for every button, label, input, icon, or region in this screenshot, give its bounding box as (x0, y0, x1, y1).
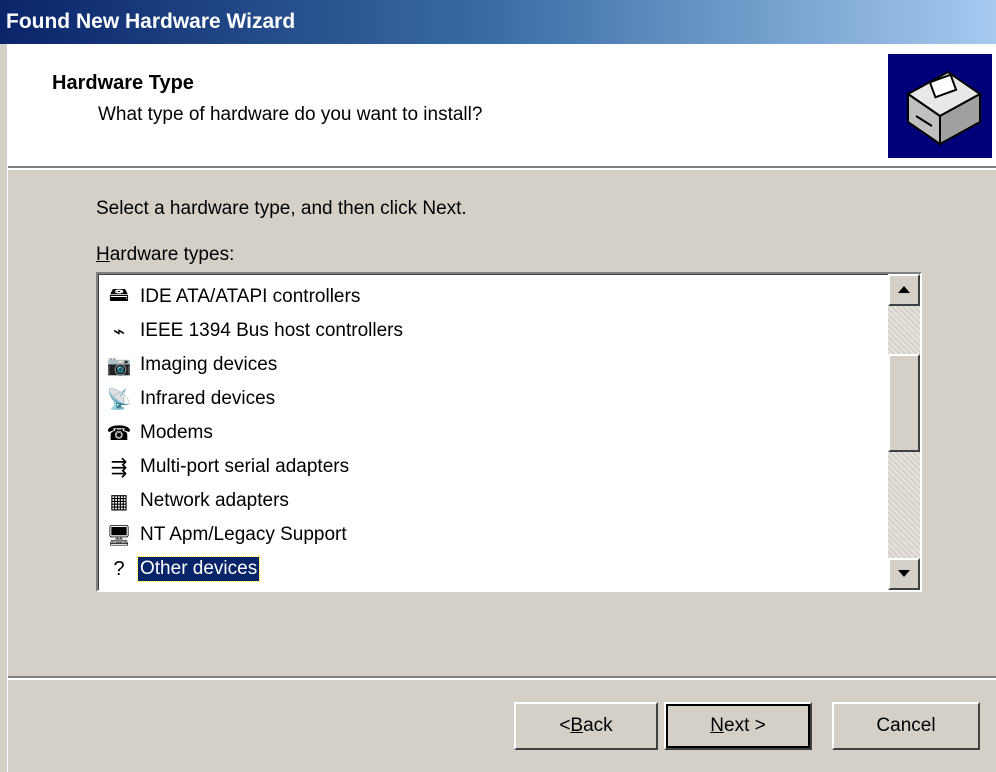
list-item-label: Modems (140, 422, 213, 443)
network-adapter-icon: ▦ (109, 490, 129, 513)
list-item-label: Imaging devices (140, 354, 278, 375)
list-item-label: Network adapters (140, 490, 289, 511)
back-button-accel: B (570, 715, 584, 736)
footer-separator-highlight (8, 678, 996, 680)
window-title: Found New Hardware Wizard (6, 10, 296, 33)
page-title: Hardware Type (52, 72, 194, 94)
list-item[interactable]: 📷 Imaging devices (102, 348, 882, 382)
hardware-types-listbox[interactable]: 🖴 IDE ATA/ATAPI controllers ⌁ IEEE 1394 Bus… (96, 272, 922, 592)
list-item[interactable]: ? Other devices (102, 552, 882, 586)
list-item[interactable]: 🖴 IDE ATA/ATAPI controllers (102, 280, 882, 314)
list-item-label: Multi-port serial adapters (140, 456, 350, 477)
next-button-label: ext > (724, 715, 766, 736)
ieee1394-icon: ⌁ (112, 320, 126, 343)
other-devices-icon: ? (113, 557, 125, 580)
back-button[interactable]: < Back (514, 702, 658, 750)
scroll-down-button[interactable] (888, 558, 920, 590)
serial-adapter-icon: ⇶ (110, 456, 128, 479)
next-button[interactable]: Next > (664, 702, 812, 750)
list-item[interactable]: ⇶ Multi-port serial adapters (102, 450, 882, 484)
hardware-types-label-text: ardware types: (109, 244, 235, 265)
next-button-accel: N (710, 715, 724, 736)
window-titlebar[interactable]: Found New Hardware Wizard (0, 0, 996, 44)
list-item-label: IEEE 1394 Bus host controllers (140, 320, 403, 341)
hardware-types-list: 🖴 IDE ATA/ATAPI controllers ⌁ IEEE 1394 Bus… (102, 280, 882, 586)
hardware-wizard-icon (888, 54, 992, 158)
list-item-label: Other devices (136, 556, 261, 582)
hardware-types-label: Hardware types: (96, 244, 234, 266)
scrollbar-thumb[interactable] (888, 354, 920, 452)
list-item-label: Infrared devices (140, 388, 276, 409)
apm-legacy-icon: 🖥 (106, 524, 132, 547)
list-item-label: NT Apm/Legacy Support (140, 524, 347, 545)
list-item[interactable]: 📡 Infrared devices (102, 382, 882, 416)
list-item[interactable]: ⌁ IEEE 1394 Bus host controllers (102, 314, 882, 348)
cancel-button-label: Cancel (876, 715, 936, 736)
wizard-header: Hardware Type What type of hardware do y… (8, 44, 996, 166)
infrared-icon: 📡 (106, 388, 132, 411)
ide-controller-icon: 🖴 (108, 284, 130, 306)
back-button-label: ack (583, 715, 613, 736)
arrow-down-icon (898, 570, 910, 577)
vertical-scrollbar[interactable] (888, 274, 920, 590)
hardware-types-label-accel: H (96, 244, 110, 265)
list-item-label: IDE ATA/ATAPI controllers (140, 286, 361, 307)
scroll-up-button[interactable] (888, 274, 920, 306)
cancel-button[interactable]: Cancel (832, 702, 980, 750)
modem-icon: ☎ (106, 422, 132, 445)
imaging-device-icon: 📷 (106, 354, 132, 377)
window-left-frame (0, 44, 8, 772)
list-item[interactable]: ▦ Network adapters (102, 484, 882, 518)
instruction-text: Select a hardware type, and then click N… (96, 198, 467, 219)
arrow-up-icon (898, 286, 910, 293)
header-separator-highlight (8, 168, 996, 170)
back-button-prefix: < (559, 715, 571, 736)
list-item[interactable]: 🖥 NT Apm/Legacy Support (102, 518, 882, 552)
list-item[interactable]: ☎ Modems (102, 416, 882, 450)
page-subtitle: What type of hardware do you want to ins… (98, 104, 483, 125)
